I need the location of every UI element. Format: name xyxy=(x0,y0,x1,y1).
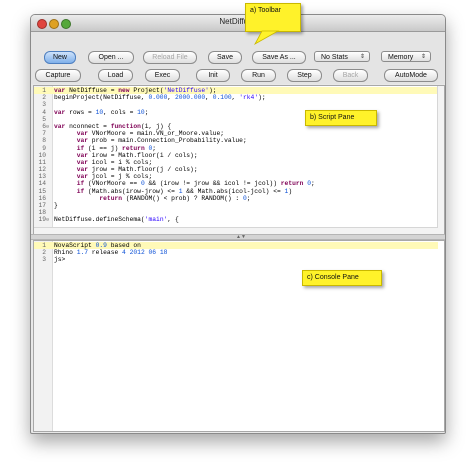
script-pane-callout: b) Script Pane xyxy=(305,110,377,126)
callout-pointer-shape xyxy=(253,30,280,46)
script-pane-callout-label: b) Script Pane xyxy=(310,114,355,121)
console-pane-callout-label: c) Console Pane xyxy=(307,274,359,281)
callout-pointer xyxy=(253,30,280,46)
console-pane-callout: c) Console Pane xyxy=(302,270,382,286)
